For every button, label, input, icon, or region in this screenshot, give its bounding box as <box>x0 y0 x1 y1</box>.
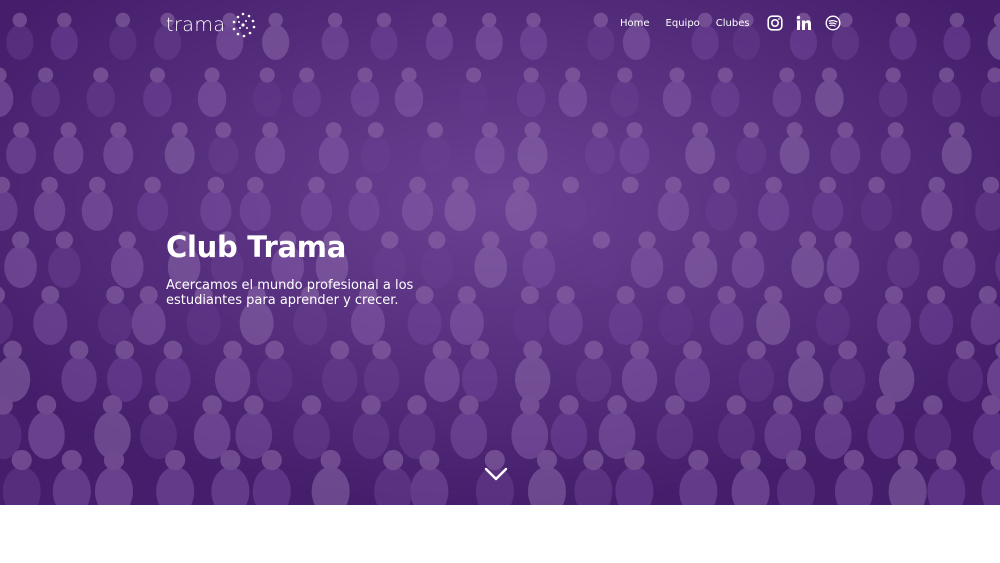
page-content-area <box>0 505 1000 563</box>
main-nav: Home Equipo Clubes <box>620 12 853 34</box>
hero-section: trama Home Equipo Clubes Club Trama Acer… <box>0 0 1000 505</box>
hero-title: Club Trama <box>166 230 346 264</box>
logo-text: trama <box>166 14 226 36</box>
spotify-icon[interactable] <box>824 14 842 32</box>
hero-overlay <box>0 0 1000 505</box>
hero-subtitle: Acercamos el mundo profesional a los est… <box>166 278 414 308</box>
nav-home[interactable]: Home <box>620 18 650 29</box>
chevron-down-icon[interactable] <box>484 466 508 482</box>
instagram-icon[interactable] <box>766 14 784 32</box>
nav-equipo[interactable]: Equipo <box>666 18 700 29</box>
nav-clubes[interactable]: Clubes <box>716 18 750 29</box>
logo-mark-icon <box>232 12 255 38</box>
site-logo[interactable]: trama <box>166 8 258 42</box>
linkedin-icon[interactable] <box>795 14 813 32</box>
